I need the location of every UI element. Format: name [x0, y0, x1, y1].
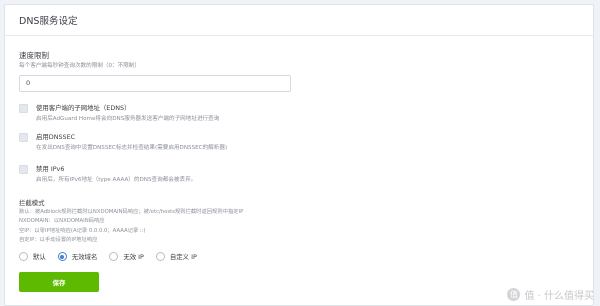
dnssec-description: 在发出DNS查询中设置DNSSEC标志并检查结果(需要启用DNSSEC的解析器): [36, 145, 228, 151]
mode-description-default: 默认：被Adblock规则拦截时以NXDOMAIN码响应；被/etc/hosts…: [19, 209, 244, 215]
mode-description-nxdomain: NXDOMAIN：以NXDOMAIN码响应: [19, 218, 105, 225]
disable-ipv6-checkbox[interactable]: [19, 165, 28, 174]
mode-description-custom-ip: 自定IP：以手动设置的IP地址响应: [19, 236, 98, 243]
radio-option-null-ip[interactable]: 无效 IP: [109, 252, 144, 261]
watermark: 值 值 · 什么值得买: [507, 287, 594, 302]
dnssec-option: 启用DNSSEC 在发出DNS查询中设置DNSSEC标志并检查结果(需要启用DN…: [19, 132, 227, 153]
card-header: DNS服务设定: [5, 5, 593, 36]
rate-limit-title: 速度限制: [19, 51, 49, 60]
radio-option-custom-ip[interactable]: 自定义 IP: [155, 252, 197, 261]
edns-option: 使用客户端的子网地址（EDNS） 启用后AdGuard Home将会向DNS服务…: [19, 103, 219, 124]
zhi-icon: 值: [507, 288, 521, 301]
mode-description-null-ip: 空IP：以零IP地址响应(A记录 0.0.0.0；AAAA记录 ::): [19, 227, 146, 234]
radio-label-custom-ip: 自定义 IP: [169, 253, 197, 261]
blocking-mode-radio-group: 默认 无效域名 无效 IP 自定义 IP: [19, 252, 209, 261]
dns-settings-card: DNS服务设定 速度限制 每个客户端每秒钟查询次数的限制（0：不限制） 0 使用…: [4, 4, 594, 306]
rate-limit-input[interactable]: 0: [19, 75, 291, 92]
radio-option-nxdomain[interactable]: 无效域名: [57, 252, 98, 261]
disable-ipv6-description: 启用后，所有IPv6地址（type AAAA）的DNS查询都会被丢弃。: [36, 177, 197, 183]
radio-option-default[interactable]: 默认: [19, 252, 46, 261]
edns-description: 启用后AdGuard Home将会向DNS服务器发送客户端的子网地址进行查询: [36, 116, 220, 122]
blocking-mode-descriptions: 默认：被Adblock规则拦截时以NXDOMAIN码响应；被/etc/hosts…: [19, 208, 243, 245]
radio-label-null-ip: 无效 IP: [123, 253, 144, 261]
rate-limit-description: 每个客户端每秒钟查询次数的限制（0：不限制）: [19, 63, 141, 69]
card-title: DNS服务设定: [19, 16, 78, 27]
dnssec-checkbox[interactable]: [19, 133, 28, 142]
dnssec-label: 启用DNSSEC: [36, 133, 76, 141]
radio-custom-ip[interactable]: [155, 252, 165, 261]
radio-null-ip[interactable]: [109, 252, 119, 261]
blocking-mode-title: 拦截模式: [19, 199, 45, 207]
edns-checkbox[interactable]: [19, 104, 28, 113]
save-button[interactable]: 保存: [19, 272, 99, 292]
radio-label-nxdomain: 无效域名: [71, 253, 98, 261]
radio-default[interactable]: [19, 252, 28, 261]
disable-ipv6-option: 禁用 IPv6 启用后，所有IPv6地址（type AAAA）的DNS查询都会被…: [19, 164, 196, 185]
radio-label-default: 默认: [33, 253, 46, 261]
radio-nxdomain[interactable]: [57, 252, 67, 261]
disable-ipv6-label: 禁用 IPv6: [36, 165, 65, 173]
edns-label: 使用客户端的子网地址（EDNS）: [36, 104, 131, 112]
watermark-text: 值 · 什么值得买: [524, 291, 594, 302]
